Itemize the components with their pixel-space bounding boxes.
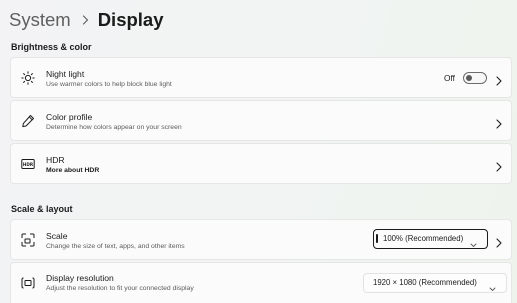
display-resolution-subtitle: Adjust the resolution to fit your connec… bbox=[46, 285, 194, 292]
scale-card[interactable]: Scale Change the size of text, apps, and… bbox=[10, 219, 512, 260]
chevron-down-icon bbox=[470, 237, 477, 247]
svg-text:HDR: HDR bbox=[23, 162, 34, 167]
chevron-right-icon bbox=[82, 15, 89, 25]
display-resolution-title: Display resolution bbox=[46, 273, 114, 283]
night-light-toggle[interactable] bbox=[463, 72, 487, 84]
scale-dropdown[interactable]: 100% (Recommended) bbox=[373, 229, 488, 249]
resolution-dropdown[interactable]: 1920 × 1080 (Recommended) bbox=[363, 273, 507, 293]
brightness-icon bbox=[21, 71, 35, 85]
chevron-right-icon[interactable] bbox=[495, 159, 503, 172]
scale-dropdown-value: 100% (Recommended) bbox=[383, 234, 464, 243]
hdr-card[interactable]: HDR HDR More about HDR bbox=[10, 143, 512, 184]
chevron-right-icon[interactable] bbox=[495, 235, 503, 248]
hdr-icon: HDR bbox=[21, 157, 35, 171]
night-light-toggle-state: Off bbox=[444, 73, 455, 83]
resolution-icon bbox=[21, 276, 35, 290]
scale-icon bbox=[21, 233, 35, 247]
breadcrumb: System Display bbox=[9, 7, 164, 33]
chevron-right-icon[interactable] bbox=[495, 116, 503, 129]
night-light-card[interactable]: Night light Use warmer colors to help bl… bbox=[10, 57, 512, 98]
night-light-subtitle: Use warmer colors to help block blue lig… bbox=[46, 81, 172, 88]
pen-icon bbox=[21, 114, 35, 128]
scale-title: Scale bbox=[46, 231, 68, 241]
resolution-dropdown-value: 1920 × 1080 (Recommended) bbox=[373, 278, 477, 287]
section-heading-brightness-color: Brightness & color bbox=[11, 42, 92, 52]
breadcrumb-system-link[interactable]: System bbox=[9, 7, 71, 33]
color-profile-card[interactable]: Color profile Determine how colors appea… bbox=[10, 100, 512, 141]
color-profile-subtitle: Determine how colors appear on your scre… bbox=[46, 124, 182, 131]
chevron-down-icon bbox=[489, 281, 496, 291]
night-light-title: Night light bbox=[46, 69, 85, 79]
display-resolution-card[interactable]: Display resolution Adjust the resolution… bbox=[10, 262, 512, 303]
scale-subtitle: Change the size of text, apps, and other… bbox=[46, 243, 185, 250]
color-profile-title: Color profile bbox=[46, 112, 93, 122]
toggle-knob bbox=[466, 75, 472, 81]
page-title: Display bbox=[97, 9, 164, 30]
more-about-hdr-link[interactable]: More about HDR bbox=[46, 166, 99, 175]
chevron-right-icon[interactable] bbox=[495, 73, 503, 86]
section-heading-scale-layout: Scale & layout bbox=[11, 204, 73, 214]
hdr-title: HDR bbox=[46, 155, 65, 165]
